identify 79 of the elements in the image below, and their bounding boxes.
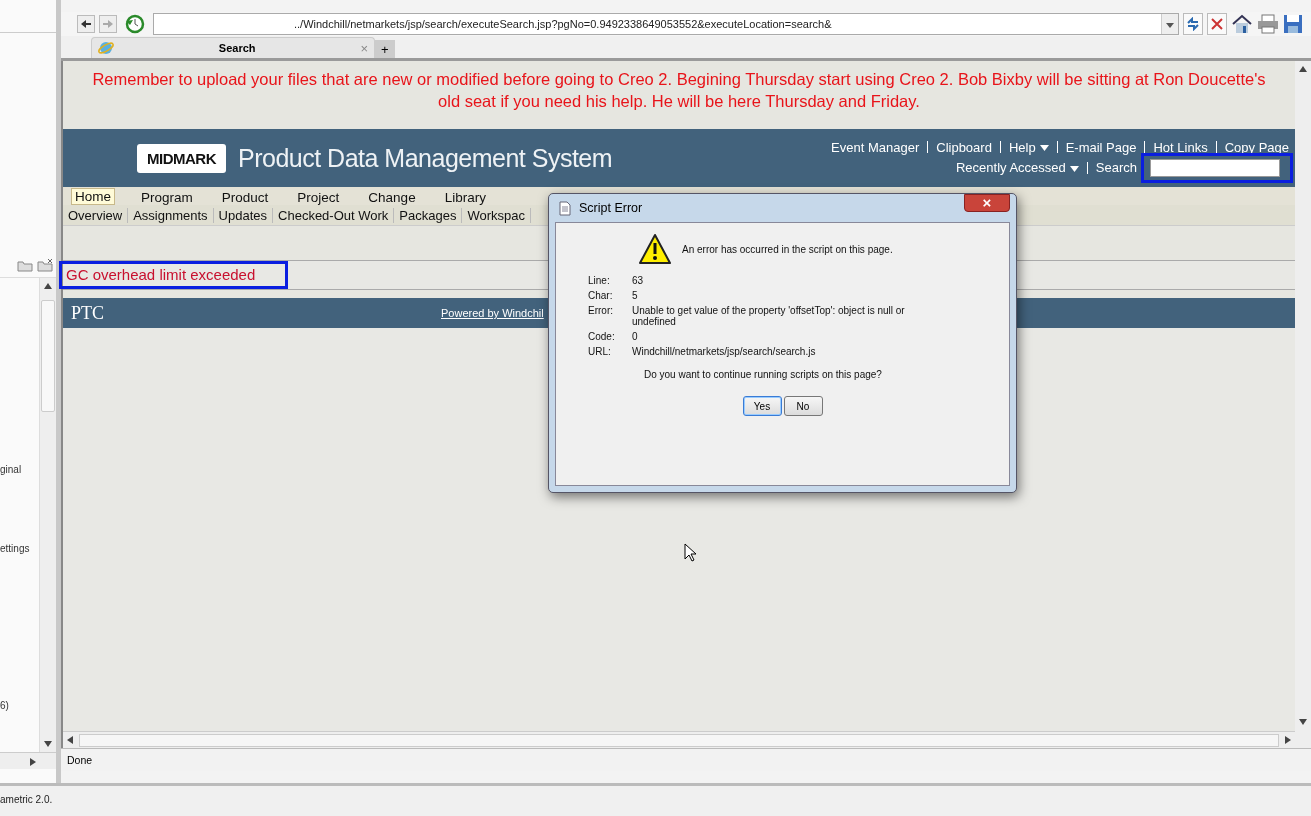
close-button[interactable]: ×: [964, 194, 1010, 212]
arrow-icon[interactable]: [67, 736, 73, 744]
submenu-tab[interactable]: Overview: [63, 207, 129, 223]
field-label: Code:: [588, 331, 616, 342]
browser-icon: [98, 40, 114, 56]
dropdown-button[interactable]: [1161, 14, 1178, 34]
menu-tab[interactable]: Product: [218, 190, 272, 205]
caret-icon: [1039, 145, 1049, 152]
warning-icon: [638, 233, 672, 265]
caret-icon: [1166, 23, 1174, 28]
dialog-button[interactable]: No: [783, 396, 823, 416]
field-label: Char:: [588, 290, 614, 301]
scrollbar[interactable]: [1295, 61, 1311, 748]
stop-icon[interactable]: [1207, 13, 1227, 35]
recently-accessed-link[interactable]: Recently Accessed: [955, 160, 1079, 175]
scroll-thumb[interactable]: [41, 300, 55, 412]
search-label: Search: [1095, 160, 1137, 175]
arrow-icon[interactable]: [44, 283, 52, 289]
field-value: 0: [632, 331, 639, 342]
address-field[interactable]: ../Windchill/netmarkets/jsp/search/executeSearch.jsp?pgNo=0.9492338649053552&executeLocation=search&: [153, 13, 1179, 35]
header-link[interactable]: Hot Links: [1153, 139, 1208, 155]
logo: MIDMARK: [137, 143, 226, 173]
header-link[interactable]: Event Manager: [831, 139, 920, 155]
dialog-question: Do you want to continue running scripts on this page?: [643, 369, 883, 380]
home-icon[interactable]: [1231, 14, 1253, 34]
field-value: Unable to get value of the property 'offsetTop': object is null or undefined: [632, 305, 906, 327]
refresh-icon[interactable]: [125, 14, 145, 34]
field-label: URL:: [588, 346, 612, 357]
scrollbar[interactable]: [63, 731, 1295, 748]
submenu-tab[interactable]: Packages: [394, 207, 463, 223]
scrollbar[interactable]: [0, 752, 56, 769]
panel-text: ettings: [0, 543, 31, 554]
scroll-thumb[interactable]: [79, 733, 1279, 747]
menu-tab[interactable]: Project: [294, 190, 343, 205]
header-link[interactable]: Help: [1008, 139, 1049, 155]
arrow-icon[interactable]: [1285, 736, 1291, 744]
menu-tab[interactable]: Library: [441, 190, 489, 205]
panel-text: 6): [0, 700, 10, 711]
status-text: ametric 2.0.: [0, 794, 53, 805]
submenu-tab[interactable]: Assignments: [128, 207, 214, 223]
logo: PTC: [71, 302, 105, 324]
new-tab-button[interactable]: +: [375, 40, 395, 58]
announcement-text: Remember to upload your files that are new or modified before going to Creo 2. Begining Thursday start using Creo 2. Bob Bixby will be sitting at Ron Doucette's old seat if you need his help. He will be here Thursday and Friday.: [91, 69, 1267, 112]
cursor-icon: [684, 543, 697, 562]
submenu-tab[interactable]: Workspac: [462, 207, 531, 223]
footer-link[interactable]: Powered by Windchil: [441, 307, 544, 319]
field-value: 5: [632, 290, 639, 301]
arrow-icon: [102, 19, 114, 29]
error-message: GC overhead limit exceeded: [66, 266, 256, 283]
submenu-tab[interactable]: Checked-Out Work: [273, 207, 395, 223]
dialog-message: An error has occurred in the script on this page.: [682, 243, 893, 255]
scrollbar[interactable]: [39, 278, 56, 752]
site-title: Product Data Management System: [238, 143, 614, 173]
caret-icon: [1069, 165, 1079, 172]
arrow-icon[interactable]: [1299, 719, 1307, 725]
submenu-tab[interactable]: Updates: [213, 207, 274, 223]
arrow-icon[interactable]: [1299, 66, 1307, 72]
field-value: Windchill/netmarkets/jsp/search/search.js: [632, 346, 817, 357]
header-link[interactable]: E-mail Page: [1065, 139, 1137, 155]
save-icon[interactable]: [1283, 14, 1303, 34]
field-label: Error:: [588, 305, 614, 318]
folder-icon[interactable]: [37, 258, 53, 272]
back-button[interactable]: [77, 15, 95, 33]
menu-tab[interactable]: Change: [365, 190, 419, 205]
print-icon[interactable]: [1257, 14, 1279, 34]
document-icon: [559, 200, 571, 216]
menu-tab[interactable]: Program: [138, 190, 196, 205]
arrow-icon[interactable]: [44, 741, 52, 747]
field-label: Line:: [588, 275, 611, 286]
arrow-icon: [80, 19, 92, 29]
arrow-icon[interactable]: [30, 758, 36, 766]
header-link[interactable]: Clipboard: [936, 139, 992, 155]
search-field[interactable]: [1150, 158, 1280, 177]
panel-text: ginal: [0, 464, 23, 475]
browser-tab[interactable]: Search ×: [91, 37, 375, 58]
field-value: 63: [632, 275, 645, 286]
menu-tab[interactable]: Home: [71, 188, 115, 205]
dialog-button[interactable]: Yes: [742, 396, 782, 416]
dialog-title: Script Error: [579, 201, 644, 215]
